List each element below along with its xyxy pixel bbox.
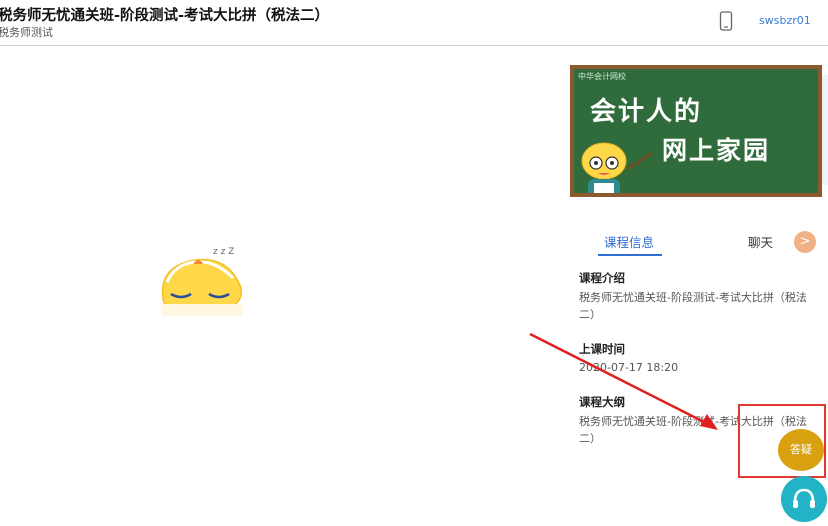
course-title: 税务师无忧通关班-阶段测试-考试大比拼（税法二） (0, 8, 330, 24)
headset-icon (793, 488, 815, 508)
banner-slogan-line1: 会计人的 (590, 97, 703, 127)
banner-slogan-line2: 网上家园 (662, 136, 771, 165)
brand-label: 中华会计网校 (578, 72, 626, 81)
customer-service-button[interactable] (781, 476, 827, 522)
section-title-time: 上课时间 (579, 342, 625, 356)
chalkboard-banner: 中华会计网校 会计人的 网上家园 (570, 65, 822, 197)
video-stage: z z Z (0, 46, 560, 513)
section-title-outline: 课程大纲 (579, 395, 625, 409)
course-subtitle: 税务师测试 (0, 26, 53, 39)
tab-chat[interactable]: 聊天 (748, 232, 773, 251)
section-text-intro: 税务师无忧通关班-阶段测试-考试大比拼（税法二） (579, 291, 807, 321)
chevron-right-icon[interactable]: > (794, 231, 816, 253)
sidebar-tabs: 课程信息 聊天 > (562, 228, 828, 256)
top-header: 税务师无忧通关班-阶段测试-考试大比拼（税法二） 税务师测试 swsbzr01 (0, 0, 828, 46)
sleeping-mascot-icon: z z Z (161, 247, 243, 316)
phone-icon[interactable] (719, 11, 733, 31)
username[interactable]: swsbzr01 (759, 14, 811, 27)
mascot-icon (581, 142, 653, 193)
banner-side-strip (822, 75, 828, 185)
section-title-intro: 课程介绍 (579, 271, 625, 285)
svg-text:z z Z: z z Z (213, 247, 234, 257)
active-tab-indicator (598, 254, 662, 256)
tab-course-info[interactable]: 课程信息 (604, 232, 654, 251)
section-text-time: 2020-07-17 18:20 (579, 361, 679, 374)
qa-button[interactable]: 答疑 (778, 429, 824, 471)
